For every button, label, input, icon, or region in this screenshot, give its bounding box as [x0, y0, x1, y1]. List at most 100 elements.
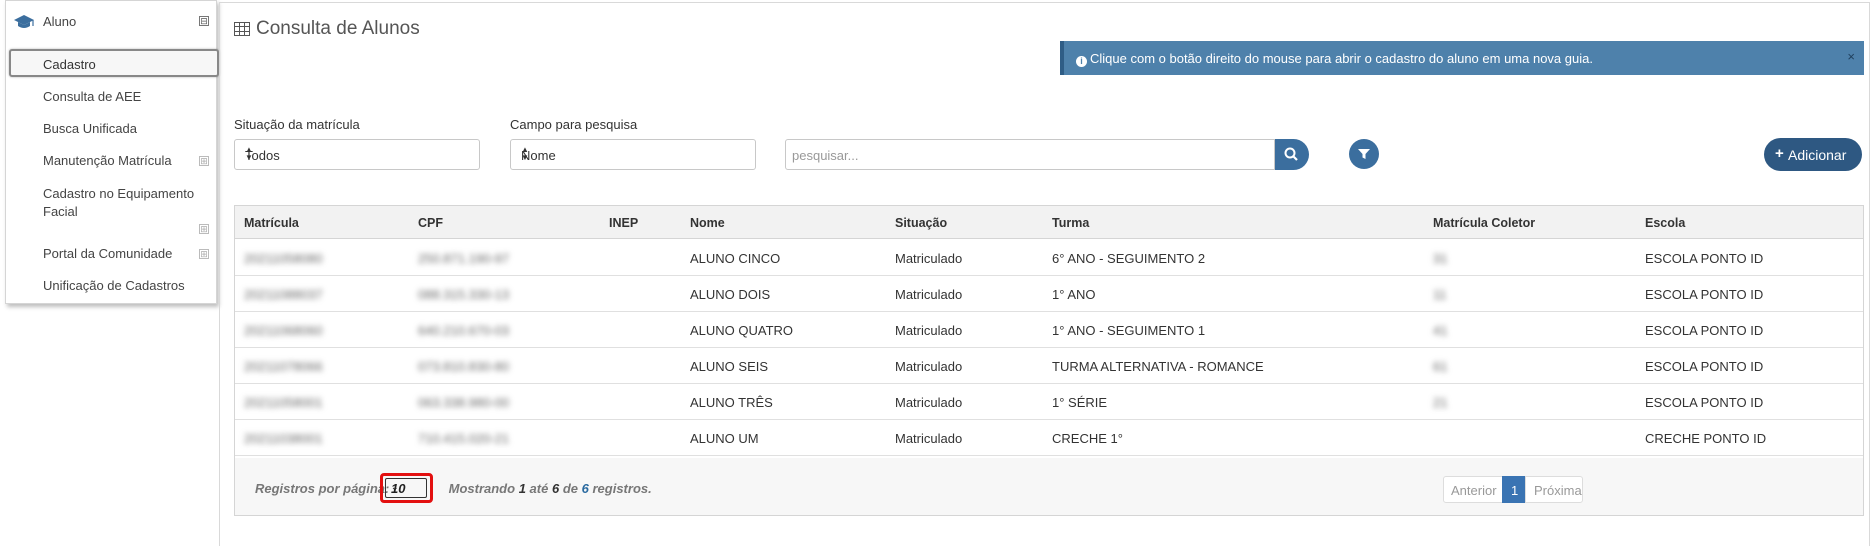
plus-icon: +: [1775, 145, 1784, 162]
column-header[interactable]: Nome: [690, 216, 725, 230]
column-header[interactable]: Situação: [895, 216, 947, 230]
cell-matricula: 20211038001: [244, 431, 323, 446]
search-input[interactable]: pesquisar...: [785, 139, 1275, 170]
cell-escola: ESCOLA PONTO ID: [1645, 251, 1764, 266]
sidebar-item-label: Cadastro: [43, 57, 96, 72]
cell-turma: 1° ANO - SEGUIMENTO 1: [1052, 323, 1206, 338]
info-alert: i Clique com o botão direito do mouse par…: [1060, 41, 1864, 75]
campo-select[interactable]: Nome ▲ ▼: [510, 139, 756, 170]
sidebar-title: Aluno: [43, 14, 77, 29]
cell-situacao: Matriculado: [895, 287, 963, 302]
table-row[interactable]: 20211078066 073.810.830-80 ALUNO SEIS Ma…: [235, 348, 1863, 384]
page-title-text: Consulta de Alunos: [256, 18, 420, 39]
sidebar-header[interactable]: Aluno ⊟: [6, 1, 216, 45]
alert-text-wrap: i Clique com o botão direito do mouse par…: [1076, 51, 1593, 67]
students-table: Matrícula CPF INEP Nome Situação Turma M…: [234, 205, 1864, 516]
table-row[interactable]: 20211038001 710.415.020-21 ALUNO UM Matr…: [235, 420, 1863, 456]
cell-coletor: 11: [1433, 287, 1447, 302]
cell-situacao: Matriculado: [895, 431, 963, 446]
sidebar-item-consulta-aee[interactable]: Consulta de AEE: [43, 89, 141, 104]
per-page-label: Registros por página:: [255, 481, 390, 496]
pager-current-label: 1: [1511, 483, 1519, 498]
cell-nome: ALUNO CINCO: [690, 251, 781, 266]
cell-matricula: 20211078066: [244, 359, 323, 374]
table-footer: Registros por página: Mostrando 1 até 6 …: [235, 458, 1863, 515]
expand-icon[interactable]: ⊞: [199, 249, 209, 259]
showing-total: 6: [581, 481, 589, 496]
add-button-label: Adicionar: [1788, 147, 1847, 163]
cell-turma: 1° SÉRIE: [1052, 395, 1108, 410]
pager-prev[interactable]: Anterior: [1443, 476, 1503, 503]
cell-matricula: 20211058080: [244, 251, 323, 266]
showing-prefix: Mostrando: [448, 481, 516, 496]
graduation-cap-icon: [14, 15, 34, 28]
cell-nome: ALUNO DOIS: [690, 287, 771, 302]
cell-coletor: 41: [1433, 323, 1448, 338]
cell-escola: ESCOLA PONTO ID: [1645, 323, 1764, 338]
pager-page-1[interactable]: 1: [1502, 476, 1526, 503]
suffix-word: registros.: [592, 481, 652, 496]
cell-cpf: 710.415.020-21: [418, 431, 510, 446]
sidebar-item-portal-comunidade[interactable]: Portal da Comunidade: [43, 246, 172, 261]
collapse-icon[interactable]: ⊟: [199, 16, 209, 26]
search-button[interactable]: [1275, 139, 1309, 170]
filter-button[interactable]: [1349, 139, 1379, 169]
add-button[interactable]: + Adicionar: [1764, 138, 1862, 171]
expand-icon[interactable]: ⊞: [199, 156, 209, 166]
cell-turma: TURMA ALTERNATIVA - ROMANCE: [1052, 359, 1264, 374]
cell-situacao: Matriculado: [895, 359, 963, 374]
pager-next[interactable]: Próxima: [1525, 476, 1583, 503]
cell-turma: 1° ANO: [1052, 287, 1096, 302]
close-icon[interactable]: ×: [1847, 49, 1855, 64]
column-header[interactable]: Escola: [1645, 216, 1685, 230]
select-arrows-icon: ▲ ▼: [521, 145, 529, 162]
column-header[interactable]: INEP: [609, 216, 638, 230]
cell-nome: ALUNO QUATRO: [690, 323, 794, 338]
per-page-select[interactable]: 10 ⌄: [385, 478, 427, 498]
cell-matricula: 20211058001: [244, 395, 323, 410]
cell-cpf: 088.315.330-13: [418, 287, 510, 302]
select-arrows-icon: ▲ ▼: [245, 145, 253, 162]
cell-escola: ESCOLA PONTO ID: [1645, 395, 1764, 410]
cell-cpf: 250.871.190-97: [418, 251, 510, 266]
cell-escola: CRECHE PONTO ID: [1645, 431, 1767, 446]
page-title: Consulta de Alunos: [234, 18, 420, 40]
cell-cpf: 073.810.830-80: [418, 359, 510, 374]
table-row[interactable]: 20211058080 250.871.190-97 ALUNO CINCO M…: [235, 240, 1863, 276]
pager-next-label: Próxima: [1534, 483, 1582, 498]
cell-escola: ESCOLA PONTO ID: [1645, 287, 1764, 302]
pager-prev-label: Anterior: [1451, 483, 1497, 498]
sidebar-item-busca-unificada[interactable]: Busca Unificada: [43, 121, 137, 136]
cell-turma: 6° ANO - SEGUIMENTO 2: [1052, 251, 1206, 266]
table-row[interactable]: 20211058001 063.338.980-00 ALUNO TRÊS Ma…: [235, 384, 1863, 420]
cell-situacao: Matriculado: [895, 323, 963, 338]
alert-text: Clique com o botão direito do mouse para…: [1090, 51, 1593, 66]
sidebar-item-cadastro[interactable]: Cadastro: [9, 49, 219, 77]
situacao-select[interactable]: Todos ▲ ▼: [234, 139, 480, 170]
main-panel: Consulta de Alunos i Clique com o botão d…: [219, 2, 1870, 546]
cell-matricula: 20211068060: [244, 323, 323, 338]
search-placeholder: pesquisar...: [792, 148, 859, 163]
records-info: Registros por página: Mostrando 1 até 6 …: [255, 481, 652, 496]
to-word: até: [529, 481, 549, 496]
cell-cpf: 640.210.670-03: [418, 323, 510, 338]
sidebar: Aluno ⊟ Cadastro Consulta de AEE Busca U…: [5, 0, 219, 304]
showing-to: 6: [551, 481, 560, 496]
column-header[interactable]: Turma: [1052, 216, 1089, 230]
expand-icon[interactable]: ⊞: [199, 224, 209, 234]
cell-turma: CRECHE 1°: [1052, 431, 1123, 446]
column-header[interactable]: Matrícula Coletor: [1433, 216, 1535, 230]
sidebar-item-equipamento-facial[interactable]: Cadastro no Equipamento Facial: [43, 185, 203, 221]
cell-nome: ALUNO TRÊS: [690, 395, 773, 410]
of-word: de: [562, 481, 578, 496]
sidebar-item-unificacao-cadastros[interactable]: Unificação de Cadastros: [43, 278, 185, 293]
table-row[interactable]: 20211068060 640.210.670-03 ALUNO QUATRO …: [235, 312, 1863, 348]
sidebar-item-manutencao-matricula[interactable]: Manutenção Matrícula: [43, 153, 172, 168]
showing-from: 1: [518, 481, 526, 496]
table-row[interactable]: 20211088037 088.315.330-13 ALUNO DOIS Ma…: [235, 276, 1863, 312]
column-header[interactable]: Matrícula: [244, 216, 299, 230]
chevron-down-icon: ⌄: [391, 482, 399, 492]
column-header[interactable]: CPF: [418, 216, 443, 230]
cell-escola: ESCOLA PONTO ID: [1645, 359, 1764, 374]
filter-icon: [1358, 149, 1370, 159]
